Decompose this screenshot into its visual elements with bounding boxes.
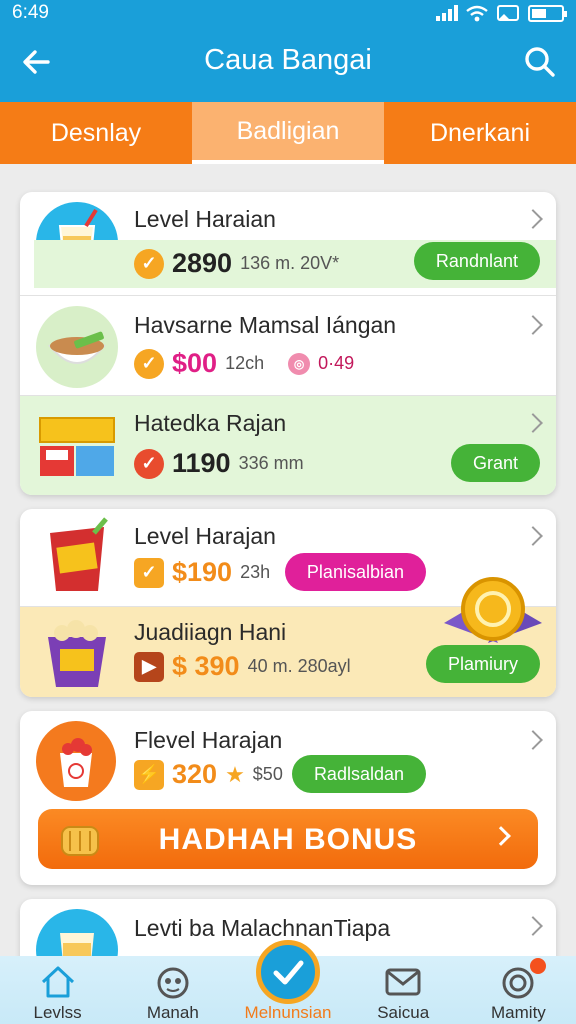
tab-dnerkani[interactable]: Dnerkani bbox=[384, 102, 576, 164]
list-item[interactable]: Flevel Harajan ⚡ 320 ★ $50 Radlsaldan HA… bbox=[20, 711, 556, 885]
home-icon bbox=[41, 966, 74, 998]
button-label: Randnlant bbox=[435, 250, 518, 271]
check-badge-icon: ✓ bbox=[134, 348, 164, 379]
item-detail: 136 m. 20V* bbox=[240, 253, 340, 273]
button-label: Radlsaldan bbox=[313, 763, 404, 784]
item-meta: ▶ $ 390 40 m. 280ayl bbox=[134, 651, 351, 682]
center-check-button[interactable] bbox=[256, 940, 320, 1004]
randnlant-button[interactable]: Randnlant bbox=[413, 242, 540, 280]
item-detail: 40 m. 280ayl bbox=[247, 656, 351, 676]
nav-label: Levlss bbox=[33, 1003, 82, 1022]
item-meta: ✓ 2890 136 m. 20V* bbox=[134, 248, 339, 279]
item-meta: ✓ $00 12ch ◎ 0·49 bbox=[134, 348, 354, 379]
check-badge-icon: ✓ bbox=[134, 448, 164, 479]
list-item[interactable]: Hatedka Rajan ✓ 1190 336 mm Grant bbox=[20, 396, 556, 495]
nav-saicua[interactable]: Saicua bbox=[346, 956, 461, 1024]
list-item[interactable]: Level Haraian ✓ 2890 136 m. 20V* Randnla… bbox=[20, 192, 556, 296]
planisalbian-button[interactable]: Planisalbian bbox=[284, 553, 426, 591]
plamiury-button[interactable]: Plamiury bbox=[425, 645, 540, 683]
chevron-right-icon bbox=[523, 730, 543, 750]
item-detail: 23h bbox=[240, 562, 271, 582]
chevron-right-icon bbox=[523, 916, 543, 936]
offer-card: Level Harajan ✓ $190 23h Planisalbian Ju… bbox=[20, 509, 556, 697]
item-price: $ 390 bbox=[172, 651, 240, 681]
tab-desnlay[interactable]: Desnlay bbox=[0, 102, 192, 164]
item-title: Levti ba MalachnanTiapa bbox=[134, 915, 391, 941]
popcorn-bucket-icon bbox=[36, 611, 118, 693]
battery-icon bbox=[528, 4, 567, 22]
item-price: $00 bbox=[172, 348, 218, 378]
item-title: Havsarne Mamsal Iángan bbox=[134, 312, 397, 338]
signal-icon bbox=[436, 5, 458, 21]
status-time: 6:49 bbox=[12, 2, 49, 23]
tab-badligian[interactable]: Badligian bbox=[192, 102, 384, 164]
nav-label: Saicua bbox=[377, 1003, 430, 1022]
tab-label: Desnlay bbox=[50, 118, 142, 147]
check-icon bbox=[273, 960, 304, 985]
nav-manah[interactable]: Manah bbox=[115, 956, 230, 1024]
wifi-icon bbox=[466, 5, 488, 21]
chevron-right-icon bbox=[523, 413, 543, 433]
item-price: 2890 bbox=[172, 248, 233, 278]
status-bar: 6:49 bbox=[0, 0, 576, 26]
bonus-label: HADHAH BONUS bbox=[158, 823, 418, 856]
check-badge-icon: ✓ bbox=[134, 557, 164, 588]
coin-icon: ◎ bbox=[288, 352, 311, 375]
nav-levlss[interactable]: Levlss bbox=[0, 956, 115, 1024]
bolt-badge-icon: ⚡ bbox=[134, 759, 164, 790]
offer-card: Level Haraian ✓ 2890 136 m. 20V* Randnla… bbox=[20, 192, 556, 495]
item-meta: ✓ 1190 336 mm bbox=[134, 448, 304, 479]
status-icons bbox=[436, 4, 567, 22]
button-label: Grant bbox=[472, 452, 518, 473]
app-bar: Caua Bangai bbox=[0, 26, 576, 102]
tab-label: Badligian bbox=[236, 116, 340, 145]
button-label: Planisalbian bbox=[306, 561, 404, 582]
check-badge-icon: ✓ bbox=[134, 248, 164, 279]
grant-button[interactable]: Grant bbox=[450, 444, 540, 482]
item-title: Hatedka Rajan bbox=[134, 410, 287, 436]
item-price: 320 bbox=[172, 759, 218, 789]
star-icon: ★ bbox=[225, 761, 245, 787]
item-detail: 336 mm bbox=[238, 453, 304, 473]
chevron-right-icon bbox=[523, 526, 543, 546]
play-badge-icon: ▶ bbox=[134, 651, 164, 682]
item-extra: 0·49 bbox=[318, 353, 355, 373]
tea-icon bbox=[157, 967, 189, 999]
search-icon[interactable] bbox=[522, 44, 558, 80]
item-price: $190 bbox=[172, 557, 233, 587]
list-item[interactable]: Juadiiagn Hani ▶ $ 390 40 m. 280ayl Plam… bbox=[20, 577, 556, 697]
tab-label: Dnerkani bbox=[429, 118, 531, 147]
item-title: Juadiiagn Hani bbox=[134, 619, 287, 645]
snack-bag-icon bbox=[36, 515, 118, 597]
chevron-right-icon bbox=[523, 209, 543, 229]
nav-label: Melnunsian bbox=[244, 1003, 332, 1022]
nav-label: Manah bbox=[146, 1003, 199, 1022]
offer-card: Flevel Harajan ⚡ 320 ★ $50 Radlsaldan HA… bbox=[20, 711, 556, 885]
mail-icon bbox=[385, 968, 421, 996]
nav-mamity[interactable]: Mamity bbox=[461, 956, 576, 1024]
item-title: Flevel Harajan bbox=[134, 727, 283, 753]
page-title: Caua Bangai bbox=[204, 44, 372, 76]
item-title: Level Harajan bbox=[134, 523, 276, 549]
gold-coin-icon bbox=[444, 577, 542, 643]
item-meta: ✓ $190 23h bbox=[134, 557, 270, 588]
nav-label: Mamity bbox=[491, 1003, 546, 1022]
item-meta: ⚡ 320 ★ $50 bbox=[134, 759, 283, 790]
fruit-cup-icon bbox=[36, 721, 116, 801]
item-detail: $50 bbox=[252, 764, 283, 784]
tab-bar: Desnlay Badligian Dnerkani bbox=[0, 102, 576, 164]
item-title: Level Haraian bbox=[134, 206, 276, 232]
item-detail: 12ch bbox=[225, 353, 265, 373]
chevron-right-icon bbox=[523, 315, 543, 335]
list-item[interactable]: Havsarne Mamsal Iángan ✓ $00 12ch ◎ 0·49 bbox=[20, 296, 556, 396]
button-label: Plamiury bbox=[447, 653, 518, 674]
notification-dot bbox=[530, 958, 547, 974]
cast-icon bbox=[497, 5, 519, 21]
bonus-button[interactable]: HADHAH BONUS bbox=[38, 809, 538, 869]
soup-bowl-icon bbox=[36, 306, 118, 388]
item-price: 1190 bbox=[172, 448, 231, 478]
radlsaldan-button[interactable]: Radlsaldan bbox=[291, 755, 426, 793]
gift-box-icon bbox=[36, 404, 118, 486]
